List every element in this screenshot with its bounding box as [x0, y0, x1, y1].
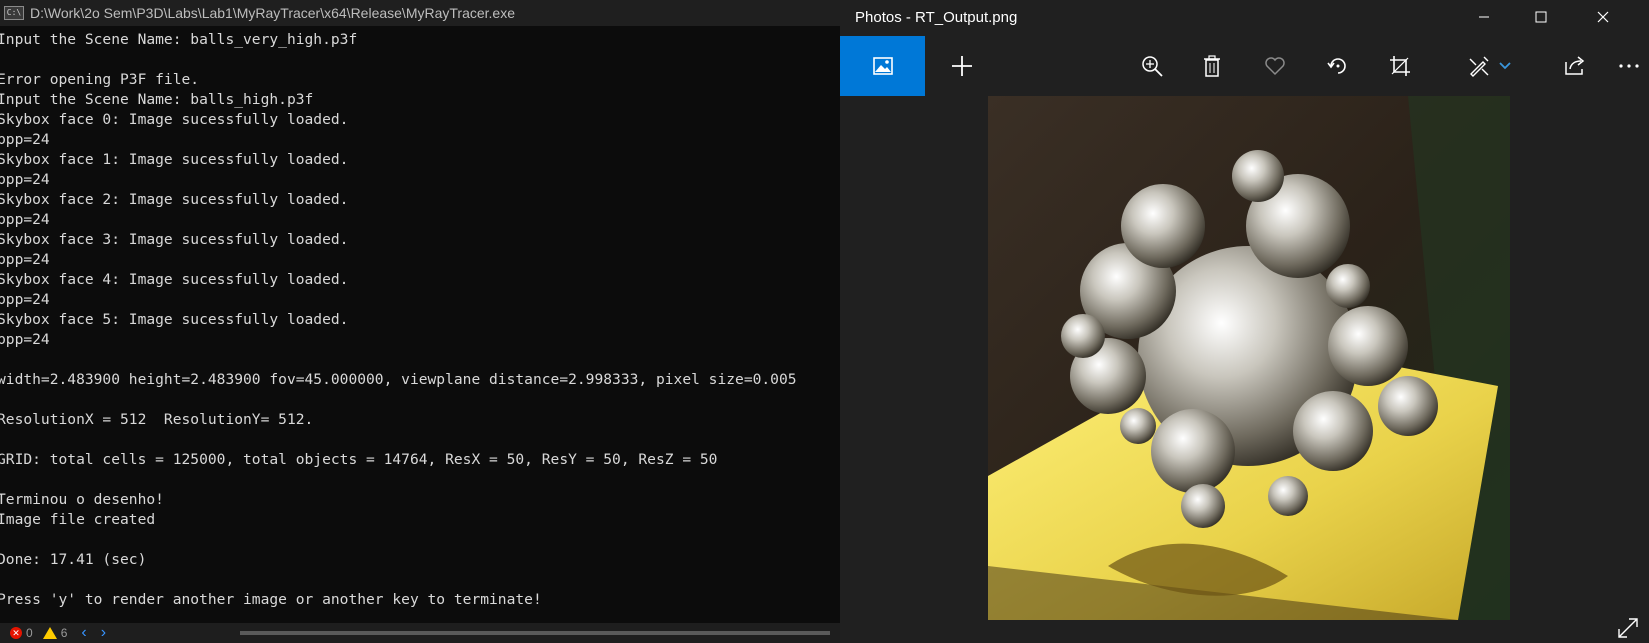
console-line: Skybox face 3: Image sucessfully loaded.	[0, 231, 349, 248]
console-titlebar[interactable]: C:\ D:\Work\2o Sem\P3D\Labs\Lab1\MyRayTr…	[0, 0, 840, 26]
zoom-button[interactable]	[1125, 36, 1179, 96]
console-line: bpp=24	[0, 291, 50, 308]
console-line: Skybox face 1: Image sucessfully loaded.	[0, 151, 349, 168]
nav-forward-icon[interactable]: ›	[101, 624, 106, 642]
console-app-icon: C:\	[4, 6, 24, 20]
console-line: Input the Scene Name: balls_very_high.p3…	[0, 31, 358, 48]
console-line: Image file created	[0, 511, 156, 528]
console-line: width=2.483900 height=2.483900 fov=45.00…	[0, 371, 797, 388]
console-line: bpp=24	[0, 131, 50, 148]
crop-button[interactable]	[1373, 36, 1427, 96]
console-line: bpp=24	[0, 211, 50, 228]
console-title: D:\Work\2o Sem\P3D\Labs\Lab1\MyRayTracer…	[30, 5, 516, 21]
add-button[interactable]	[935, 36, 989, 96]
minimize-button[interactable]	[1461, 0, 1507, 34]
photos-window: Photos - RT_Output.png	[840, 0, 1649, 643]
console-line: Skybox face 0: Image sucessfully loaded.	[0, 111, 349, 128]
more-icon	[1619, 64, 1639, 68]
favorite-button[interactable]	[1248, 36, 1302, 96]
warning-icon	[42, 627, 57, 639]
console-line: Terminou o desenho!	[0, 491, 164, 508]
zoom-in-icon	[1142, 56, 1163, 77]
minimize-icon	[1479, 16, 1489, 18]
edit-dropdown-button[interactable]	[1490, 36, 1520, 96]
error-count[interactable]: ✕ 0	[10, 626, 33, 640]
console-line: Done: 17.41 (sec)	[0, 551, 147, 568]
error-count-label: 0	[26, 626, 33, 640]
more-button[interactable]	[1602, 36, 1649, 96]
fullscreen-icon[interactable]	[1617, 617, 1639, 639]
photos-title: Photos - RT_Output.png	[855, 8, 1018, 26]
nav-back-icon[interactable]: ‹	[81, 624, 86, 642]
rendered-image[interactable]	[988, 96, 1510, 620]
photos-toolbar	[840, 36, 1649, 96]
console-line: Error opening P3F file.	[0, 71, 200, 88]
console-line: bpp=24	[0, 331, 50, 348]
console-output[interactable]: Input the Scene Name: balls_very_high.p3…	[0, 30, 840, 620]
error-icon: ✕	[10, 627, 22, 639]
heart-icon	[1265, 57, 1285, 76]
image-icon	[872, 57, 893, 75]
console-line: ResolutionX = 512 ResolutionY= 512.	[0, 411, 314, 428]
warning-count[interactable]: 6	[42, 626, 68, 640]
maximize-icon	[1535, 11, 1547, 23]
console-line: Skybox face 5: Image sucessfully loaded.	[0, 311, 349, 328]
horizontal-scrollbar[interactable]	[240, 631, 830, 635]
rotate-icon	[1327, 58, 1346, 74]
rotate-button[interactable]	[1311, 36, 1365, 96]
share-icon	[1565, 56, 1585, 75]
crop-icon	[1390, 56, 1410, 76]
console-line: GRID: total cells = 125000, total object…	[0, 451, 718, 468]
console-line: Skybox face 4: Image sucessfully loaded.	[0, 271, 349, 288]
console-line: Input the Scene Name: balls_high.p3f	[0, 91, 314, 108]
chevron-down-icon	[1499, 62, 1511, 70]
share-button[interactable]	[1548, 36, 1602, 96]
delete-icon	[1204, 55, 1220, 77]
console-window: C:\ D:\Work\2o Sem\P3D\Labs\Lab1\MyRayTr…	[0, 0, 840, 643]
console-statusbar: ✕ 0 6 ‹ ›	[0, 623, 840, 643]
close-icon	[1597, 11, 1609, 23]
warning-count-label: 6	[60, 626, 68, 640]
delete-button[interactable]	[1185, 36, 1239, 96]
edit-draw-icon	[1469, 56, 1489, 77]
console-line: Skybox face 2: Image sucessfully loaded.	[0, 191, 349, 208]
maximize-button[interactable]	[1518, 0, 1564, 34]
console-line: bpp=24	[0, 251, 50, 268]
plus-icon	[952, 56, 972, 76]
console-line: bpp=24	[0, 171, 50, 188]
view-image-button[interactable]	[840, 36, 925, 96]
console-line: Press 'y' to render another image or ano…	[0, 591, 542, 608]
close-button[interactable]	[1580, 0, 1626, 34]
